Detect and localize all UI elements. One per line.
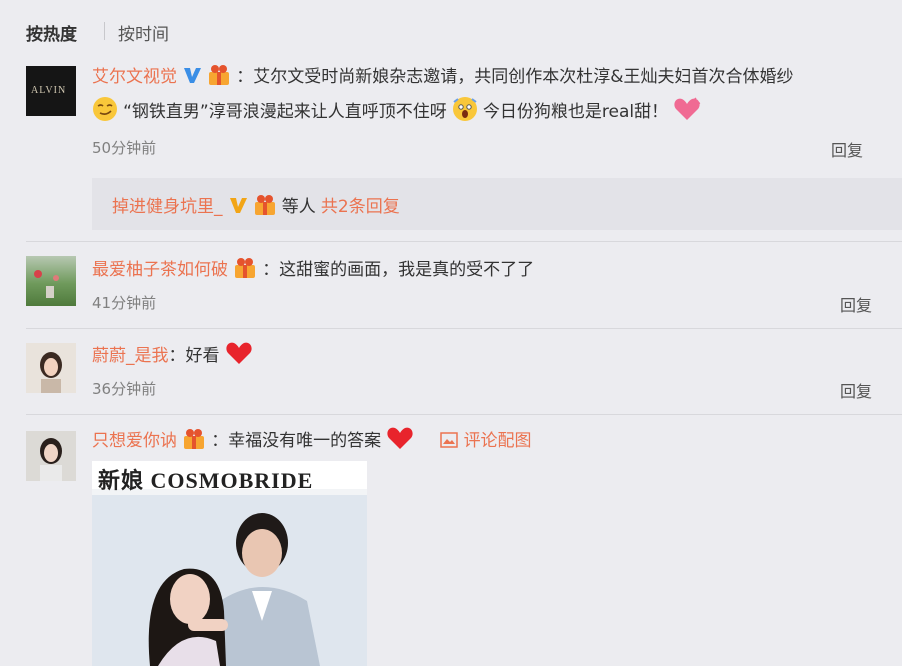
reply-button[interactable]: 回复 <box>840 378 872 402</box>
tab-separator <box>104 22 105 40</box>
comment-text: ：这甜蜜的画面，我是真的受不了了 <box>262 260 535 280</box>
smirk-emoji-icon <box>93 97 117 121</box>
comment-username[interactable]: 只想爱你讷 <box>92 431 177 451</box>
gift-badge-icon <box>209 65 230 85</box>
tab-sort-hot[interactable]: 按热度 <box>26 20 77 45</box>
reply-button[interactable]: 回复 <box>840 292 872 316</box>
gift-badge-icon <box>254 195 275 215</box>
pink-heart-icon <box>674 97 701 120</box>
avatar[interactable]: ALVIN <box>26 66 76 116</box>
comment-line-1: 蔚蔚_是我：好看 <box>92 340 253 366</box>
sub-reply-row: 掉进健身坑里_ 等人 共2条回复 <box>112 192 400 217</box>
sub-reply-middle: 等人 <box>281 197 316 217</box>
image-icon <box>440 432 459 448</box>
avatar[interactable] <box>26 431 76 481</box>
comment-text-line2: “钢铁直男”淳哥浪漫起来让人直呼顶不住呀 <box>123 102 447 122</box>
verified-v-icon <box>229 198 247 213</box>
gift-badge-icon <box>184 429 205 449</box>
comment-username[interactable]: 最爱柚子茶如何破 <box>92 260 228 280</box>
comment-text: ：好看 <box>168 346 220 366</box>
comment-attached-image[interactable]: 新娘 COSMOBRIDE <box>92 461 367 666</box>
verified-v-icon <box>184 68 202 83</box>
avatar[interactable] <box>26 343 76 393</box>
comment-line-1: 只想爱你讷 ：幸福没有唯一的答案 评论配图 <box>92 425 532 451</box>
sort-bar: 按热度 按时间 <box>0 0 902 60</box>
comment-username[interactable]: 艾尔文视觉 <box>92 67 177 87</box>
red-heart-icon <box>225 342 252 364</box>
avatar-image <box>34 270 59 298</box>
sub-reply-username[interactable]: 掉进健身坑里_ <box>112 197 223 217</box>
comment-time: 41分钟前 <box>92 294 157 312</box>
comment-username[interactable]: 蔚蔚_是我 <box>92 346 169 366</box>
comment-text: ：艾尔文受时尚新娘杂志邀请，共同创作本次杜淳&王灿夫妇首次合体婚纱 <box>236 67 794 87</box>
comment-line-1: 最爱柚子茶如何破 ：这甜蜜的画面，我是真的受不了了 <box>92 255 534 280</box>
avatar-image <box>40 352 62 393</box>
avatar-image <box>40 438 62 481</box>
comment-text-line2b: 今日份狗粮也是real甜！ <box>482 102 669 122</box>
avatar-logo-text: ALVIN <box>31 85 67 96</box>
sub-reply-count-link[interactable]: 共2条回复 <box>321 197 400 217</box>
tab-sort-time[interactable]: 按时间 <box>118 20 169 45</box>
divider <box>26 328 902 329</box>
sub-reply-box[interactable]: 掉进健身坑里_ 等人 共2条回复 <box>92 178 902 230</box>
gift-badge-icon <box>235 258 256 278</box>
scream-emoji-icon <box>452 97 477 121</box>
comment-line-2: “钢铁直男”淳哥浪漫起来让人直呼顶不住呀 今日份狗粮也是real甜！ <box>92 96 701 122</box>
red-heart-icon <box>387 427 413 449</box>
comment-text: ：幸福没有唯一的答案 <box>211 431 382 451</box>
comment-time: 36分钟前 <box>92 380 157 398</box>
avatar[interactable] <box>26 256 76 306</box>
reply-button[interactable]: 回复 <box>831 137 863 161</box>
comment-line-1: 艾尔文视觉 ：艾尔文受时尚新娘杂志邀请，共同创作本次杜淳&王灿夫妇首次合体婚纱 <box>92 62 902 87</box>
couple-photo <box>92 495 367 666</box>
divider <box>26 414 902 415</box>
divider <box>26 241 902 242</box>
comment-time: 50分钟前 <box>92 139 157 157</box>
comment-image-link[interactable]: 评论配图 <box>464 431 532 451</box>
